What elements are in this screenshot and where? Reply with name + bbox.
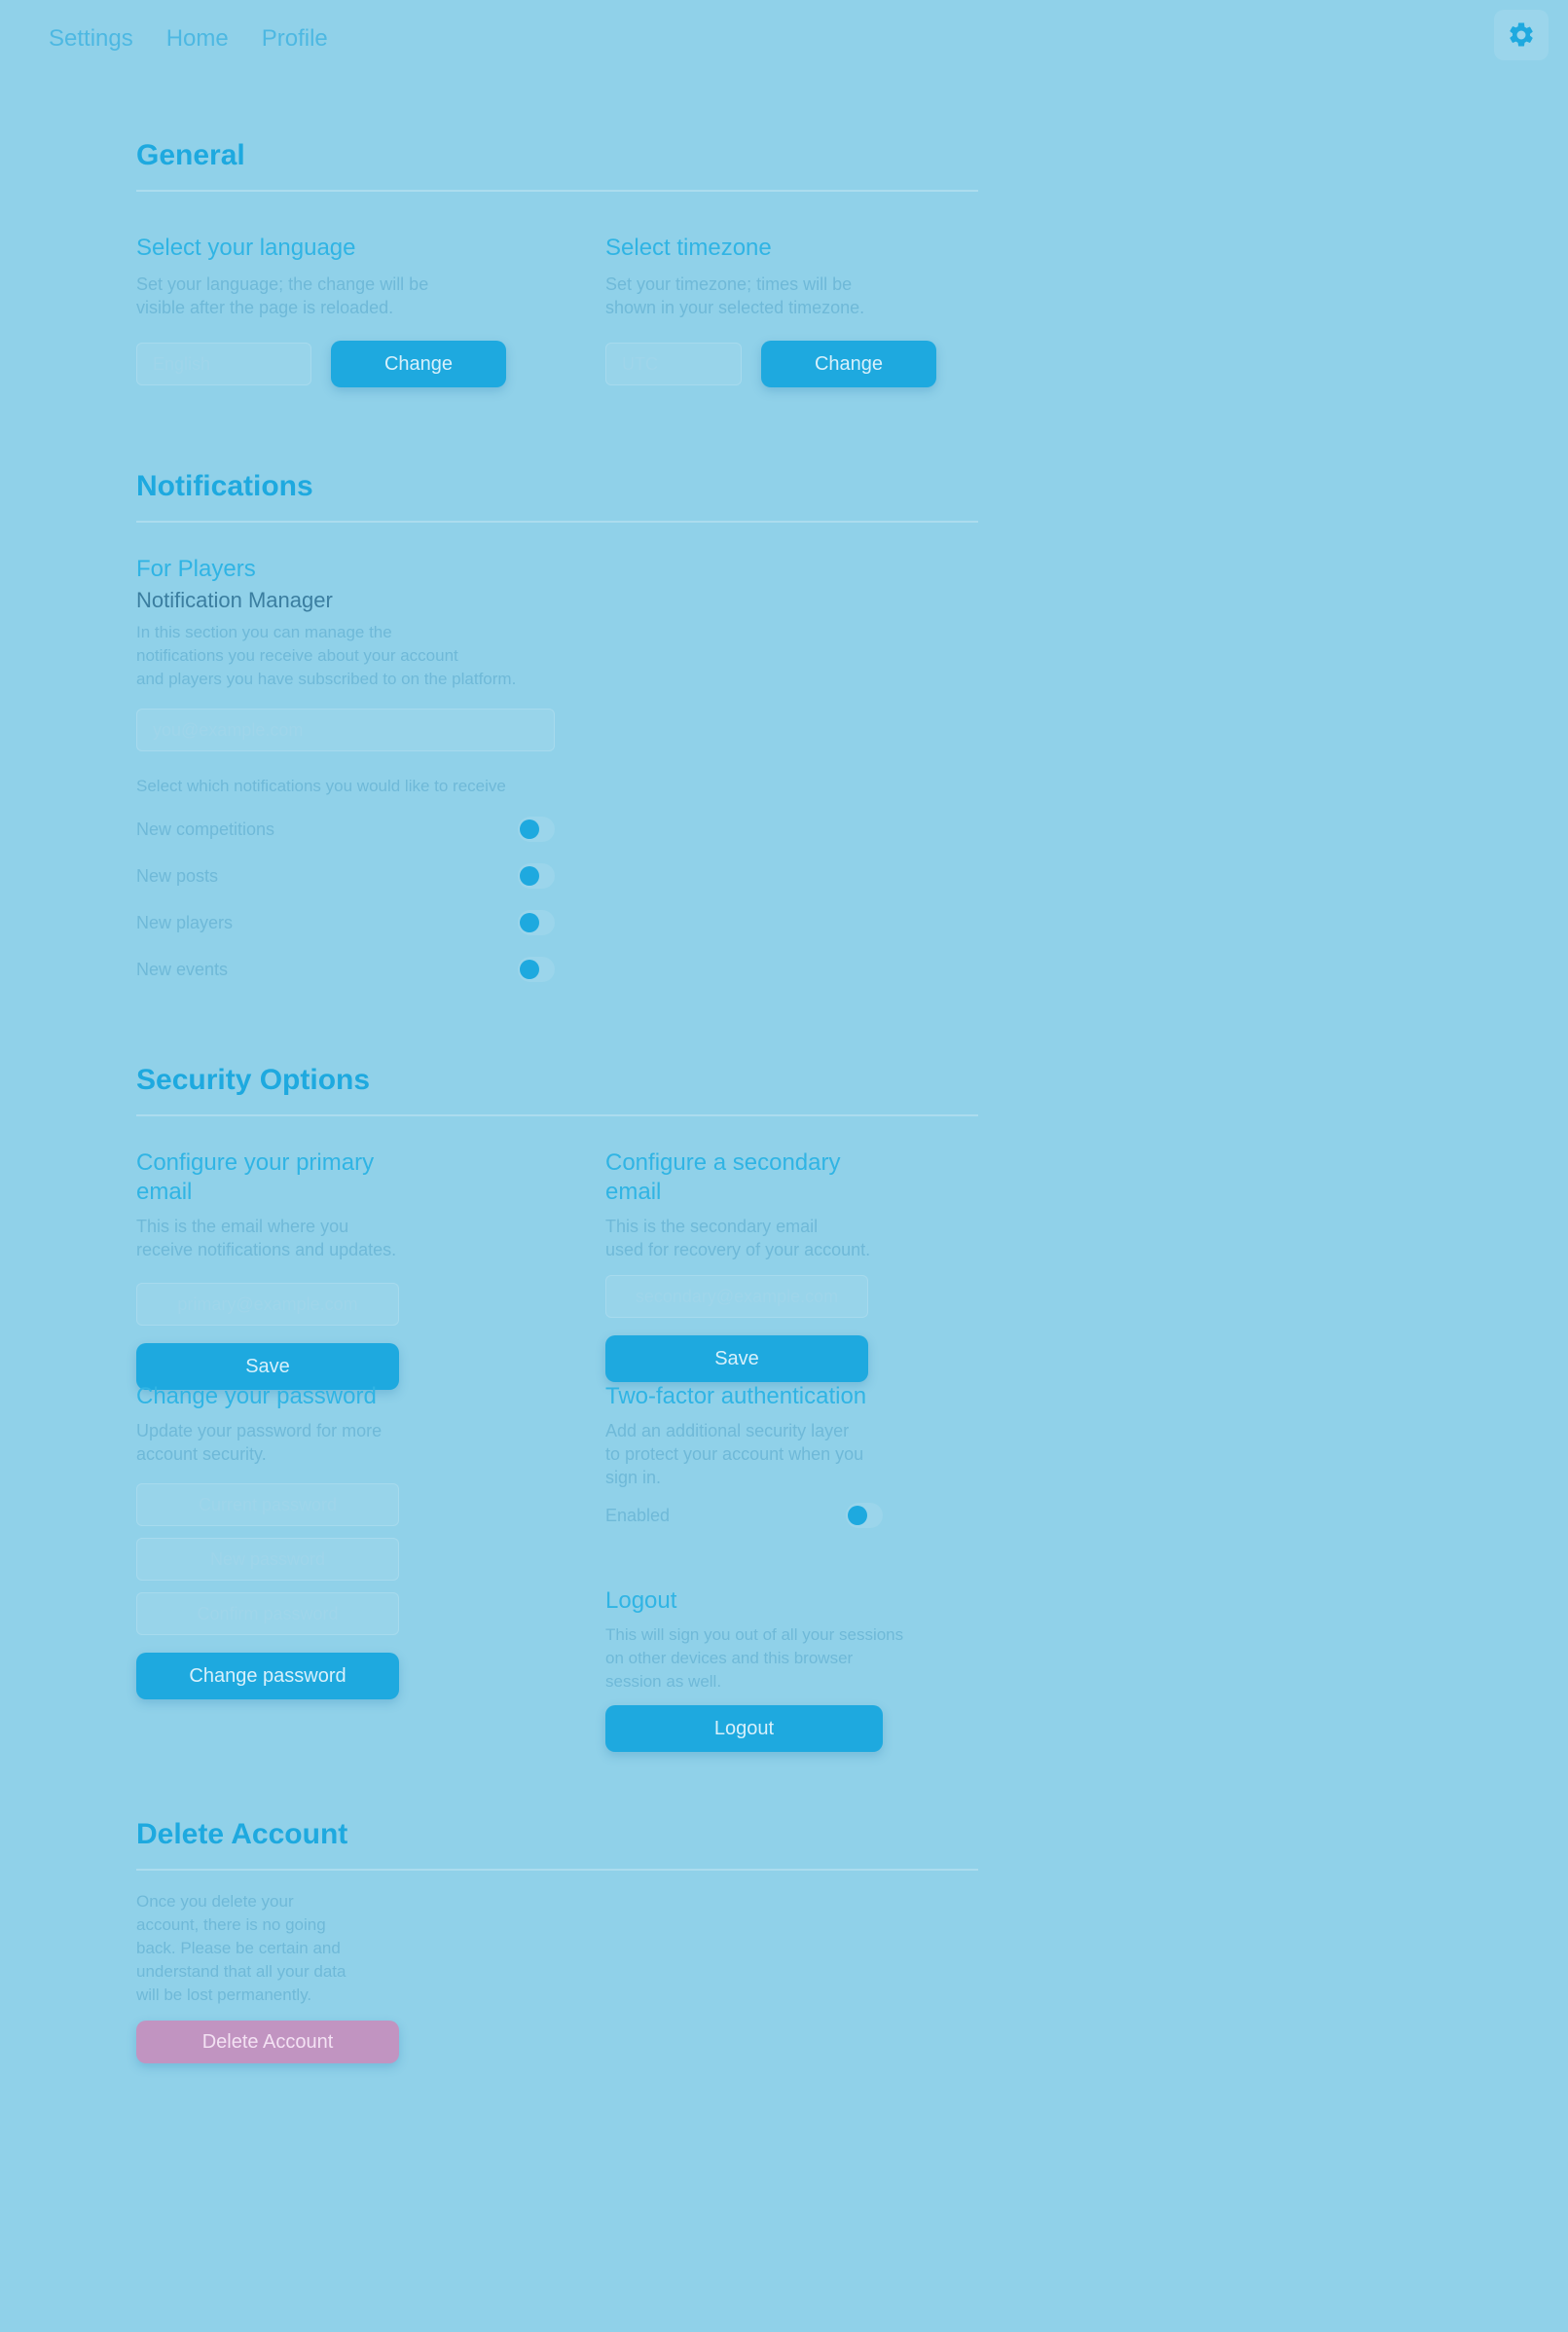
notifications-subtitle: For Players xyxy=(136,556,256,582)
secondary-email-save-button[interactable]: Save xyxy=(605,1335,868,1382)
current-password-input[interactable]: Current password xyxy=(136,1483,399,1526)
security-title: Security Options xyxy=(136,1064,371,1096)
notification-email-input[interactable]: you@example.com xyxy=(136,709,555,751)
list-item: New players xyxy=(136,899,555,946)
two-factor-description: Add an additional security layer to prot… xyxy=(605,1421,864,1487)
logout-button[interactable]: Logout xyxy=(605,1705,883,1752)
general-section: General Select your language Set your la… xyxy=(136,131,978,423)
notification-list: New competitions New posts New players N… xyxy=(136,806,565,993)
notification-toggle[interactable] xyxy=(518,817,555,842)
two-factor-card: Two-factor authentication Add an additio… xyxy=(605,1382,897,1528)
notification-label: New posts xyxy=(136,865,219,886)
notification-label: New events xyxy=(136,959,229,979)
change-password-button[interactable]: Change password xyxy=(136,1653,399,1699)
confirm-password-input[interactable]: Confirm password xyxy=(136,1592,399,1635)
list-item: New posts xyxy=(136,853,555,899)
language-title: Select your language xyxy=(136,235,356,261)
secondary-email-card: Configure a secondary email This is the … xyxy=(605,1148,897,1382)
timezone-card: Select timezone Set your timezone; times… xyxy=(605,234,995,387)
secondary-email-input[interactable]: secondary@example.com xyxy=(605,1275,868,1318)
primary-email-description: This is the email where you receive noti… xyxy=(136,1217,397,1259)
language-change-button[interactable]: Change xyxy=(331,341,506,387)
notifications-note: Select which notifications you would lik… xyxy=(136,777,506,795)
security-section: Security Options Configure your primary … xyxy=(136,1056,978,1786)
notification-manager: For Players Notification Manager In this… xyxy=(136,555,565,993)
divider xyxy=(136,1114,978,1116)
notifications-title: Notifications xyxy=(136,470,313,502)
language-select[interactable]: English xyxy=(136,343,311,385)
two-factor-title: Two-factor authentication xyxy=(605,1383,867,1409)
change-password-description: Update your password for more account se… xyxy=(136,1421,383,1464)
delete-account-description: Once you delete your account, there is n… xyxy=(136,1892,346,2004)
general-title: General xyxy=(136,139,245,171)
list-item: New events xyxy=(136,946,555,993)
delete-account-button[interactable]: Delete Account xyxy=(136,2021,399,2063)
timezone-change-button[interactable]: Change xyxy=(761,341,936,387)
primary-email-title: Configure your primary email xyxy=(136,1149,375,1205)
primary-email-card: Configure your primary email This is the… xyxy=(136,1148,428,1390)
notifications-description: In this section you can manage the notif… xyxy=(136,623,517,688)
language-description: Set your language; the change will be vi… xyxy=(136,274,429,317)
divider xyxy=(136,521,978,523)
primary-email-input[interactable]: primary@example.com xyxy=(136,1283,399,1326)
timezone-select[interactable]: UTC xyxy=(605,343,742,385)
logout-card: Logout This will sign you out of all you… xyxy=(605,1586,917,1752)
list-item: New competitions xyxy=(136,806,555,853)
divider xyxy=(136,190,978,192)
language-card: Select your language Set your language; … xyxy=(136,234,526,387)
notification-toggle[interactable] xyxy=(518,957,555,982)
notification-label: New competitions xyxy=(136,819,275,839)
nav-item-home[interactable]: Home xyxy=(166,25,229,53)
timezone-title: Select timezone xyxy=(605,235,772,261)
settings-main: General Select your language Set your la… xyxy=(136,131,978,2083)
notifications-section: Notifications For Players Notification M… xyxy=(136,462,978,1066)
settings-button[interactable] xyxy=(1494,10,1549,60)
logout-title: Logout xyxy=(605,1587,677,1614)
divider xyxy=(136,1869,978,1871)
gear-icon xyxy=(1510,22,1533,47)
top-bar: Settings Home Profile xyxy=(0,0,1568,78)
timezone-description: Set your timezone; times will be shown i… xyxy=(605,274,865,317)
nav-item-profile[interactable]: Profile xyxy=(262,25,328,53)
change-password-title: Change your password xyxy=(136,1383,377,1409)
secondary-email-description: This is the secondary email used for rec… xyxy=(605,1217,871,1259)
notifications-heading: Notification Manager xyxy=(136,588,333,612)
delete-account-section: Delete Account Once you delete your acco… xyxy=(136,1810,978,2083)
notification-label: New players xyxy=(136,912,234,932)
notification-toggle[interactable] xyxy=(518,863,555,889)
secondary-email-title: Configure a secondary email xyxy=(605,1149,841,1205)
delete-account-title: Delete Account xyxy=(136,1818,348,1850)
two-factor-label: Enabled xyxy=(605,1506,671,1525)
logout-description: This will sign you out of all your sessi… xyxy=(605,1625,904,1691)
nav-item-settings[interactable]: Settings xyxy=(49,25,133,53)
change-password-card: Change your password Update your passwor… xyxy=(136,1382,428,1699)
top-nav: Settings Home Profile xyxy=(49,25,328,53)
notification-toggle[interactable] xyxy=(518,910,555,935)
new-password-input[interactable]: New password xyxy=(136,1538,399,1581)
two-factor-toggle[interactable] xyxy=(846,1503,883,1528)
